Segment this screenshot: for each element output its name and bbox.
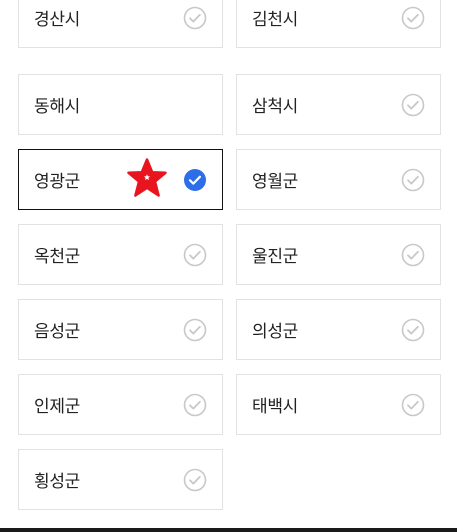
region-label: 의성군 (252, 322, 299, 342)
check-circle-icon (401, 168, 425, 191)
region-label: 횡성군 (34, 472, 81, 492)
region-label: 경산시 (34, 10, 81, 30)
region-label: 동해시 (34, 97, 81, 117)
star-icon (127, 158, 167, 197)
region-option-samcheok[interactable]: 삼척시 (236, 74, 441, 135)
region-option-gimcheon[interactable]: 김천시 (236, 0, 441, 48)
region-option-gyeongsan[interactable]: 경산시 (18, 0, 223, 48)
region-option-hoengseong[interactable]: 횡성군 (18, 449, 223, 510)
region-label: 김천시 (252, 10, 299, 30)
check-circle-icon (401, 393, 425, 416)
region-option-okcheon[interactable]: 옥천군 (18, 224, 223, 285)
check-circle-icon (401, 93, 425, 116)
region-option-uiseong[interactable]: 의성군 (236, 299, 441, 360)
region-label: 인제군 (34, 397, 81, 417)
region-label: 영광군 (34, 172, 81, 192)
bottom-bar (0, 528, 457, 532)
check-circle-icon (183, 243, 207, 266)
region-label: 음성군 (34, 322, 81, 342)
region-option-yeonggwang[interactable]: 영광군 (18, 149, 223, 210)
check-circle-icon (183, 468, 207, 491)
region-label: 울진군 (252, 247, 299, 267)
region-label: 태백시 (252, 397, 299, 417)
check-circle-icon (183, 393, 207, 416)
region-label: 영월군 (252, 172, 299, 192)
region-label: 옥천군 (34, 247, 81, 267)
region-option-inje[interactable]: 인제군 (18, 374, 223, 435)
region-option-donghae[interactable]: 동해시 (18, 74, 223, 135)
check-circle-icon (183, 318, 207, 341)
region-option-taebaek[interactable]: 태백시 (236, 374, 441, 435)
check-circle-icon (401, 6, 425, 29)
region-option-uljin[interactable]: 울진군 (236, 224, 441, 285)
region-option-yeongwol[interactable]: 영월군 (236, 149, 441, 210)
check-circle-filled-icon (184, 168, 206, 191)
region-label: 삼척시 (252, 97, 299, 117)
check-circle-icon (401, 243, 425, 266)
region-option-eumseong[interactable]: 음성군 (18, 299, 223, 360)
check-circle-icon (401, 318, 425, 341)
check-circle-icon (183, 6, 207, 29)
